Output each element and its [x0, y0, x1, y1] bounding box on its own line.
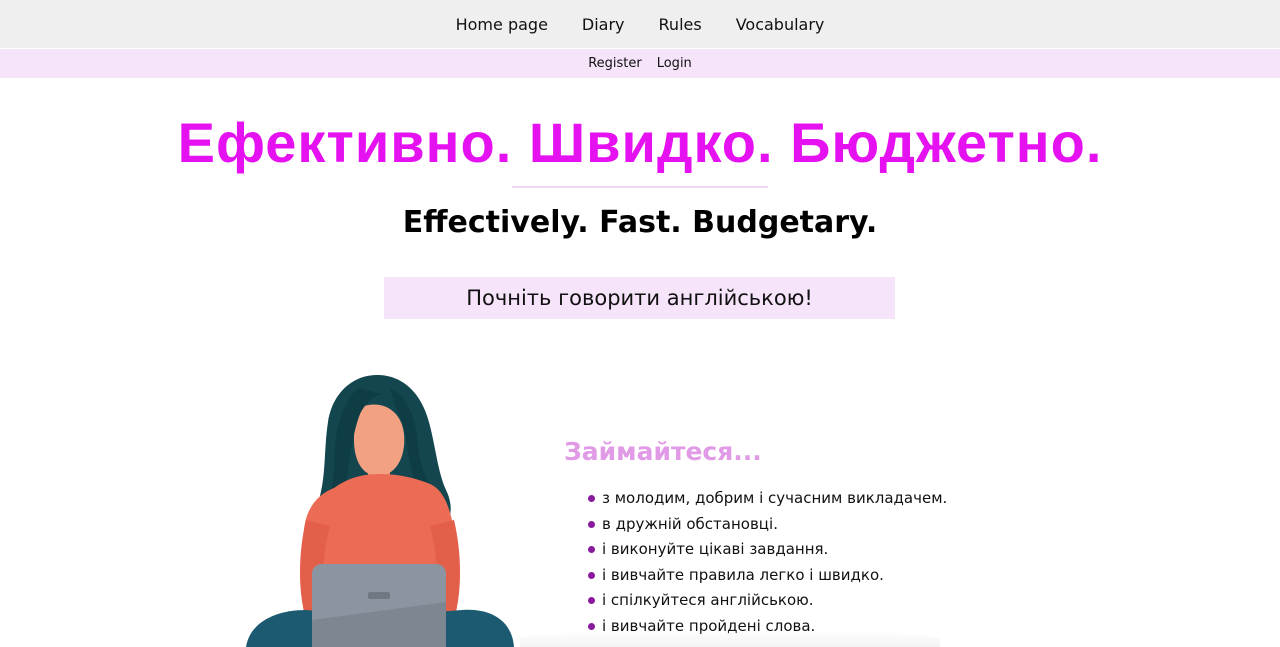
bottom-shadow — [520, 630, 940, 647]
study-benefits-list: з молодим, добрим і сучасним викладачем.… — [588, 486, 947, 639]
hero-divider — [512, 186, 768, 188]
list-item-text: з молодим, добрим і сучасним викладачем. — [602, 489, 948, 507]
list-item-text: і виконуйте цікаві завдання. — [602, 540, 829, 558]
list-item: і виконуйте цікаві завдання. — [588, 537, 947, 563]
list-item: і вивчайте правила легко і швидко. — [588, 563, 947, 589]
nav-vocabulary[interactable]: Vocabulary — [736, 15, 825, 34]
woman-with-laptop-illustration — [246, 375, 514, 647]
hero-title: Ефективно. Швидко. Бюджетно. — [177, 111, 1103, 174]
hero-subtitle: Effectively. Fast. Budgetary. — [402, 205, 878, 240]
study-heading: Займайтеся... — [564, 437, 762, 466]
nav-home-page[interactable]: Home page — [456, 15, 548, 34]
list-item: з молодим, добрим і сучасним викладачем. — [588, 486, 947, 512]
list-item: і спілкуйтеся англійською. — [588, 588, 947, 614]
nav-diary[interactable]: Diary — [582, 15, 625, 34]
login-link[interactable]: Login — [657, 56, 692, 71]
bullet-icon — [588, 520, 595, 528]
top-navigation: Home page Diary Rules Vocabulary — [0, 0, 1280, 48]
bullet-icon — [588, 622, 595, 630]
bullet-icon — [588, 546, 595, 554]
list-item-text: в дружній обстановці. — [602, 514, 778, 533]
list-item-text: і вивчайте правила легко і швидко. — [602, 565, 884, 584]
auth-bar: Register Login — [0, 49, 1280, 78]
bullet-icon — [588, 597, 595, 605]
bullet-icon — [588, 495, 595, 503]
start-speaking-button[interactable]: Почніть говорити англійською! — [384, 277, 895, 319]
bullet-icon — [588, 571, 595, 579]
nav-rules[interactable]: Rules — [659, 15, 702, 34]
list-item: в дружній обстановці. — [588, 512, 947, 538]
register-link[interactable]: Register — [588, 56, 642, 71]
list-item-text: і спілкуйтеся англійською. — [602, 591, 814, 609]
